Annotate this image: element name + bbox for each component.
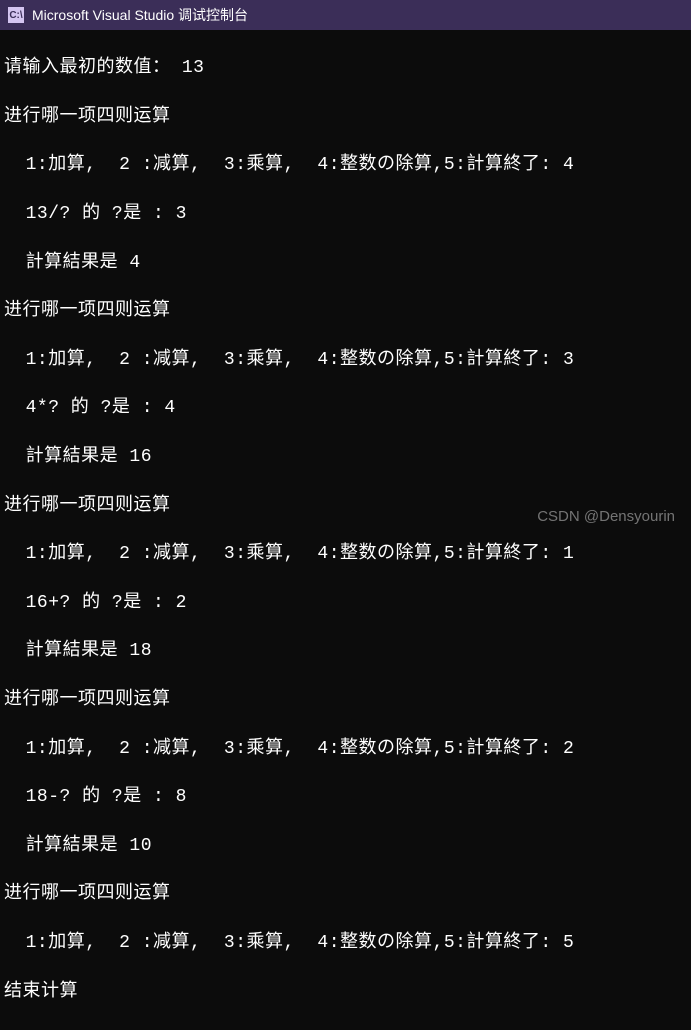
result-line: 計算結果是 10 [4,834,687,858]
answer-input: 4 [164,398,175,418]
question-prefix: 16+? 的 ?是 : [26,593,165,613]
answer-input: 8 [176,787,187,807]
console-output: 请输入最初的数值： 13 进行哪一项四则运算 1:加算, 2 :减算, 3:乘算… [0,30,691,1030]
menu-options-line: 1:加算, 2 :减算, 3:乘算, 4:整数の除算,5:計算終了: 4 [4,153,687,177]
window-titlebar[interactable]: C:\ Microsoft Visual Studio 调试控制台 [0,0,691,30]
menu-options-line: 1:加算, 2 :减算, 3:乘算, 4:整数の除算,5:計算終了: 2 [4,737,687,761]
result-label: 計算結果是 [26,253,119,273]
result-label: 計算結果是 [26,447,119,467]
answer-input: 2 [176,593,187,613]
menu-options: 1:加算, 2 :减算, 3:乘算, 4:整数の除算,5:計算終了: [26,933,552,953]
result-value: 4 [129,253,140,273]
menu-header: 进行哪一项四则运算 [4,688,687,712]
choice-input: 4 [563,155,574,175]
choice-input: 2 [563,739,574,759]
question-prefix: 13/? 的 ?是 : [26,204,165,224]
initial-value: 13 [182,58,205,78]
menu-options: 1:加算, 2 :减算, 3:乘算, 4:整数の除算,5:計算終了: [26,155,552,175]
answer-input: 3 [176,204,187,224]
menu-options-line: 1:加算, 2 :减算, 3:乘算, 4:整数の除算,5:計算終了: 1 [4,542,687,566]
end-message: 结束计算 [4,980,687,1004]
watermark: CSDN @Densyourin [537,508,675,525]
result-value: 16 [129,447,152,467]
question-line: 16+? 的 ?是 : 2 [4,591,687,615]
question-line: 18-? 的 ?是 : 8 [4,785,687,809]
menu-header: 进行哪一项四则运算 [4,105,687,129]
menu-options-line: 1:加算, 2 :减算, 3:乘算, 4:整数の除算,5:計算終了: 3 [4,348,687,372]
question-line: 4*? 的 ?是 : 4 [4,396,687,420]
menu-header: 进行哪一项四则运算 [4,299,687,323]
choice-input: 5 [563,933,574,953]
menu-options: 1:加算, 2 :减算, 3:乘算, 4:整数の除算,5:計算終了: [26,544,552,564]
menu-options: 1:加算, 2 :减算, 3:乘算, 4:整数の除算,5:計算終了: [26,350,552,370]
prompt-initial-line: 请输入最初的数值： 13 [4,56,687,80]
question-prefix: 18-? 的 ?是 : [26,787,165,807]
app-icon: C:\ [8,7,24,23]
question-line: 13/? 的 ?是 : 3 [4,202,687,226]
choice-input: 1 [563,544,574,564]
result-line: 計算結果是 16 [4,445,687,469]
result-value: 10 [129,836,152,856]
prompt-initial: 请输入最初的数值： [4,58,171,78]
result-value: 18 [129,641,152,661]
menu-options-line: 1:加算, 2 :减算, 3:乘算, 4:整数の除算,5:計算終了: 5 [4,931,687,955]
choice-input: 3 [563,350,574,370]
window-title: Microsoft Visual Studio 调试控制台 [32,5,248,25]
menu-header: 进行哪一项四则运算 [4,882,687,906]
result-label: 計算結果是 [26,836,119,856]
result-label: 計算結果是 [26,641,119,661]
result-line: 計算結果是 18 [4,639,687,663]
question-prefix: 4*? 的 ?是 : [26,398,153,418]
result-line: 計算結果是 4 [4,251,687,275]
menu-options: 1:加算, 2 :减算, 3:乘算, 4:整数の除算,5:計算終了: [26,739,552,759]
